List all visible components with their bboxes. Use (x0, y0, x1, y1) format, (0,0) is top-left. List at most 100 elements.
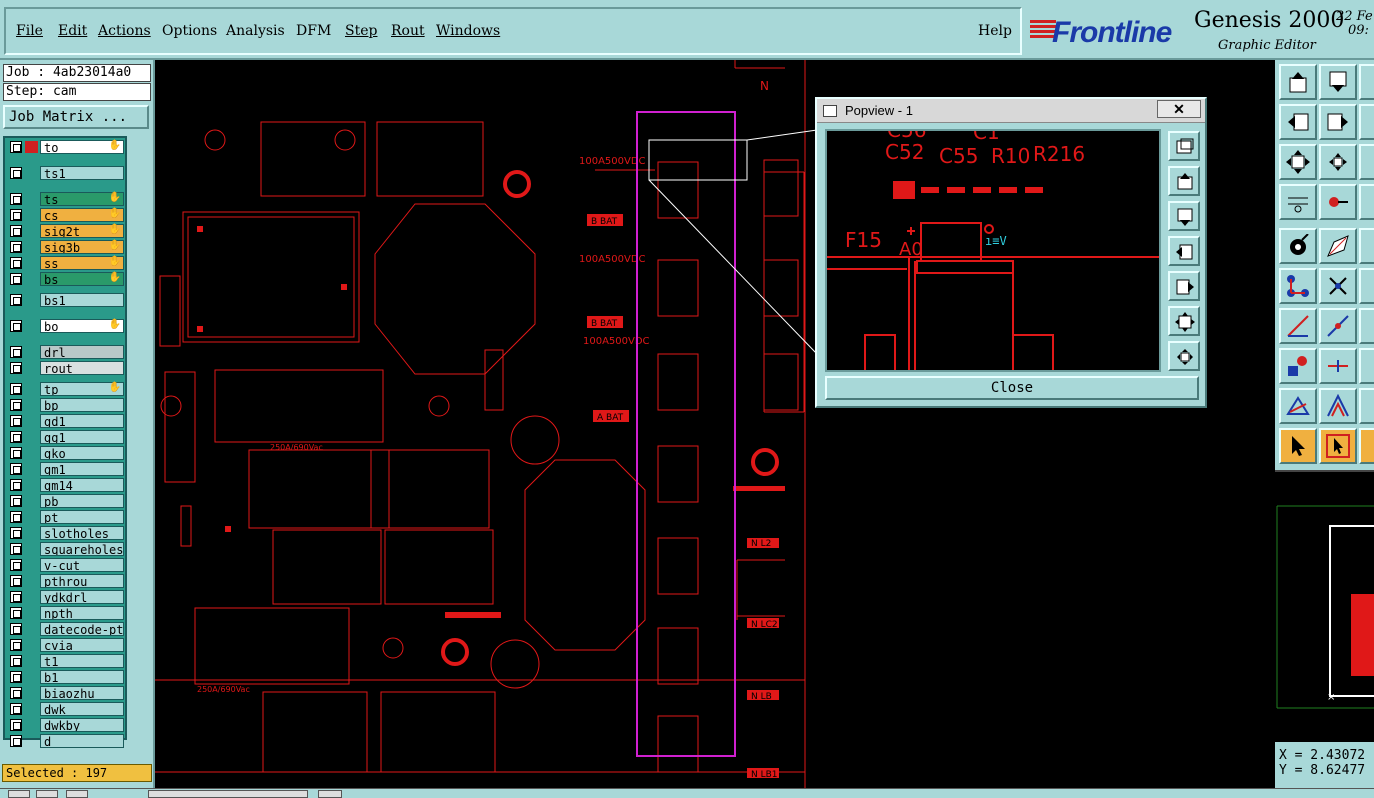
layer-name[interactable]: npth (40, 606, 124, 620)
menu-rout[interactable]: Rout (391, 23, 425, 39)
peak-icon[interactable] (1319, 388, 1357, 424)
snap-icon[interactable] (1319, 184, 1357, 220)
draw-line-icon[interactable] (1279, 308, 1317, 344)
layer-checkbox[interactable] (10, 623, 22, 635)
layer-row[interactable]: gm14 (7, 478, 124, 492)
tool-icon-r8[interactable] (1359, 388, 1374, 424)
connect-nodes-icon[interactable] (1279, 268, 1317, 304)
tool-icon-r7[interactable] (1359, 348, 1374, 384)
tool-icon-r9[interactable] (1359, 428, 1374, 464)
menu-edit[interactable]: Edit (58, 23, 87, 39)
layer-name[interactable]: gm14 (40, 478, 124, 492)
layer-checkbox[interactable] (10, 527, 22, 539)
layer-name[interactable]: d (40, 734, 124, 748)
layer-checkbox[interactable] (10, 607, 22, 619)
layer-row[interactable]: gg1 (7, 430, 124, 444)
menu-help[interactable]: Help (978, 23, 1012, 39)
layer-name[interactable]: ydkdrl (40, 590, 124, 604)
add-via-icon[interactable] (1279, 348, 1317, 384)
tool-icon-r6[interactable] (1359, 308, 1374, 344)
layer-checkbox[interactable] (10, 479, 22, 491)
layer-checkbox[interactable] (10, 671, 22, 683)
layer-checkbox[interactable] (10, 241, 22, 253)
layer-checkbox[interactable] (10, 362, 22, 374)
layer-row[interactable]: pthrou (7, 574, 124, 588)
layer-name[interactable]: bs1 (40, 293, 124, 307)
layer-row[interactable]: dwkby (7, 718, 124, 732)
layer-row[interactable]: ydkdrl (7, 590, 124, 604)
layer-name[interactable]: pb (40, 494, 124, 508)
layer-name[interactable]: gd1 (40, 414, 124, 428)
select-pointer-icon[interactable] (1319, 428, 1357, 464)
zoom-home-icon[interactable] (1359, 144, 1374, 180)
task-input[interactable] (148, 790, 308, 798)
zoom-in-icon[interactable] (1279, 144, 1317, 180)
layer-row[interactable]: bs ✋ (7, 272, 124, 286)
task-button-3[interactable] (66, 790, 88, 798)
layer-row[interactable]: slotholes (7, 526, 124, 540)
layer-checkbox[interactable] (10, 559, 22, 571)
layer-list[interactable]: to ✋ ts1 ts ✋ cs ✋ sig2t ✋ sig3b ✋ ss ✋ bs ✋ bs1 bo ✋ drl r… (3, 136, 127, 748)
popview-titlebar[interactable]: Popview - 1 ✕ (817, 99, 1205, 123)
layer-checkbox[interactable] (10, 167, 22, 179)
layer-row[interactable]: pb (7, 494, 124, 508)
layer-checkbox[interactable] (10, 495, 22, 507)
layer-checkbox[interactable] (10, 463, 22, 475)
layer-checkbox[interactable] (10, 209, 22, 221)
layer-name[interactable]: v-cut (40, 558, 124, 572)
menu-actions[interactable]: Actions (98, 23, 151, 39)
layer-name[interactable]: gko (40, 446, 124, 460)
layer-name[interactable]: dwkby (40, 718, 124, 732)
job-matrix-button[interactable]: Job Matrix ... (3, 105, 149, 129)
layer-name[interactable]: b1 (40, 670, 124, 684)
layer-row[interactable]: bp (7, 398, 124, 412)
layer-row[interactable]: squareholes (7, 542, 124, 556)
menu-analysis[interactable]: Analysis (226, 23, 285, 39)
layer-name[interactable]: gg1 (40, 430, 124, 444)
popview-zoom-in-button[interactable] (1168, 306, 1200, 336)
pan-down-icon[interactable] (1319, 64, 1357, 100)
layer-row[interactable]: t1 (7, 654, 124, 668)
layer-checkbox[interactable] (10, 431, 22, 443)
delete-node-icon[interactable] (1319, 268, 1357, 304)
popview-pan-right-button[interactable] (1168, 271, 1200, 301)
layer-row[interactable]: rout (7, 361, 124, 375)
zoom-out-icon[interactable] (1319, 144, 1357, 180)
layer-row[interactable]: gko (7, 446, 124, 460)
popview-zoom-fit-button[interactable] (1168, 131, 1200, 161)
pointer-icon[interactable] (1279, 428, 1317, 464)
pan-right-icon[interactable] (1319, 104, 1357, 140)
layer-row[interactable]: d (7, 734, 124, 748)
add-surface-icon[interactable] (1319, 228, 1357, 264)
menu-windows[interactable]: Windows (436, 23, 500, 39)
layer-row[interactable]: biaozhu (7, 686, 124, 700)
close-icon[interactable]: ✕ (1157, 100, 1201, 118)
layer-name[interactable]: datecode-pt (40, 622, 124, 636)
pan-up-icon[interactable] (1279, 64, 1317, 100)
arc-icon[interactable] (1279, 388, 1317, 424)
layer-checkbox[interactable] (10, 225, 22, 237)
task-button-1[interactable] (8, 790, 30, 798)
layer-name[interactable]: cvia (40, 638, 124, 652)
layer-name[interactable]: slotholes (40, 526, 124, 540)
layer-row[interactable]: tp ✋ (7, 382, 124, 396)
popview-pan-up-button[interactable] (1168, 166, 1200, 196)
layer-checkbox[interactable] (10, 415, 22, 427)
layer-checkbox[interactable] (10, 399, 22, 411)
layer-row[interactable]: b1 (7, 670, 124, 684)
popview-zoom-out-button[interactable] (1168, 341, 1200, 371)
draw-diagonal-icon[interactable] (1319, 308, 1357, 344)
layer-checkbox[interactable] (10, 193, 22, 205)
select-box-icon[interactable] (1359, 184, 1374, 220)
popview-canvas[interactable]: C56 C1 C52 C55 R10 R216 F15 A0 (825, 129, 1161, 372)
layer-name[interactable]: drl (40, 345, 124, 359)
layer-name[interactable]: squareholes (40, 542, 124, 556)
layer-checkbox[interactable] (10, 575, 22, 587)
task-button-4[interactable] (318, 790, 342, 798)
layer-row[interactable]: sig3b ✋ (7, 240, 124, 254)
layer-checkbox[interactable] (10, 591, 22, 603)
layer-checkbox[interactable] (10, 273, 22, 285)
layer-row[interactable]: drl (7, 345, 124, 359)
layer-name[interactable]: dwk (40, 702, 124, 716)
layer-checkbox[interactable] (10, 320, 22, 332)
